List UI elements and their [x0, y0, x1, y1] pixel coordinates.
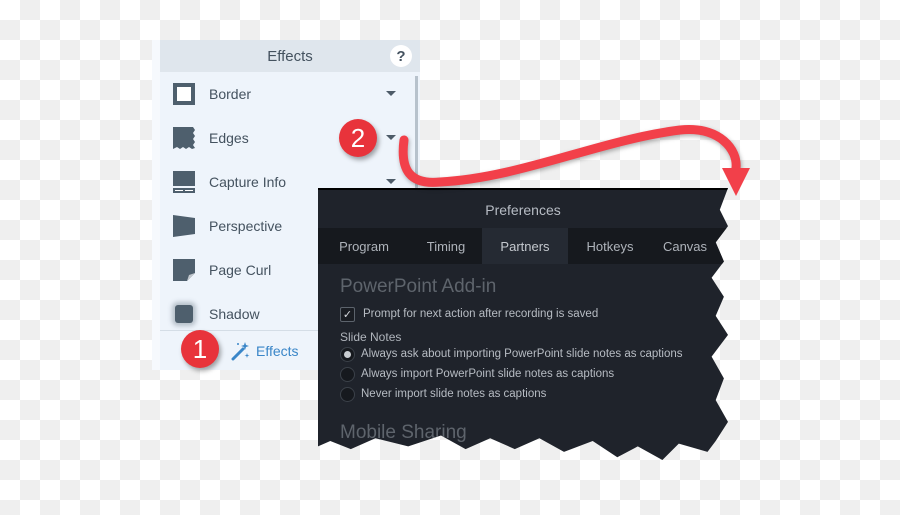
radio-option-never-import[interactable]: Never import slide notes as captions	[340, 384, 728, 404]
slide-notes-label: Slide Notes	[340, 330, 402, 344]
scrollbar[interactable]	[415, 76, 418, 196]
radio-button[interactable]	[340, 386, 355, 402]
preferences-tabs: Program Timing Partners Hotkeys Canvas	[318, 228, 728, 264]
effect-label: Perspective	[209, 218, 283, 234]
prompt-checkbox-label: Prompt for next action after recording i…	[363, 308, 599, 320]
tab-label: Timing	[426, 238, 466, 254]
help-button[interactable]: ?	[390, 45, 412, 67]
help-icon: ?	[396, 47, 406, 65]
border-icon	[172, 82, 196, 106]
tab-canvas[interactable]: Canvas	[652, 228, 718, 264]
tab-label: Hotkeys	[586, 238, 634, 254]
preferences-window: Preferences Program Timing Partners Hotk…	[318, 188, 728, 460]
tab-label: Canvas	[662, 238, 708, 254]
radio-label: Always ask about importing PowerPoint sl…	[361, 348, 683, 360]
tab-label: Program	[339, 238, 389, 254]
chevron-down-icon[interactable]	[386, 135, 396, 140]
radio-label: Never import slide notes as captions	[361, 388, 547, 400]
effects-panel-header: Effects ?	[160, 40, 420, 72]
preferences-body: PowerPoint Add-in ✓ Prompt for next acti…	[340, 276, 728, 444]
preferences-title: Preferences	[318, 188, 728, 230]
prompt-checkbox[interactable]: ✓	[340, 306, 355, 322]
capture-info-icon	[172, 170, 196, 194]
tab-label: Partners	[500, 238, 550, 254]
tab-program[interactable]: Program	[318, 228, 410, 264]
section-title-powerpoint: PowerPoint Add-in	[340, 276, 497, 297]
chevron-down-icon[interactable]	[386, 91, 396, 96]
tab-timing[interactable]: Timing	[410, 228, 482, 264]
magic-wand-icon	[231, 341, 250, 360]
effects-panel-title: Effects	[267, 47, 313, 65]
effect-label: Shadow	[209, 306, 260, 322]
effect-label: Capture Info	[209, 174, 287, 190]
effect-item-border[interactable]: Border	[160, 72, 408, 116]
prompt-checkbox-row[interactable]: ✓ Prompt for next action after recording…	[340, 304, 728, 324]
radio-label: Always import PowerPoint slide notes as …	[361, 368, 615, 380]
tab-hotkeys[interactable]: Hotkeys	[568, 228, 652, 264]
shadow-icon	[172, 302, 196, 326]
tab-partners[interactable]: Partners	[482, 228, 568, 264]
radio-button[interactable]	[340, 366, 355, 382]
radio-option-always-import[interactable]: Always import PowerPoint slide notes as …	[340, 364, 728, 384]
radio-selected-dot	[344, 350, 351, 358]
effects-footer-label: Effects	[256, 342, 299, 359]
step-badge-1: 1	[181, 330, 219, 368]
step-badge-2: 2	[339, 119, 377, 157]
chevron-down-icon[interactable]	[386, 179, 396, 184]
radio-option-always-ask[interactable]: Always ask about importing PowerPoint sl…	[340, 344, 728, 364]
check-icon: ✓	[342, 308, 353, 321]
effect-label: Edges	[209, 130, 249, 146]
effect-label: Border	[209, 86, 252, 102]
edges-icon	[172, 126, 196, 150]
radio-button[interactable]	[340, 346, 355, 362]
page-curl-icon	[172, 258, 196, 282]
perspective-icon	[172, 214, 196, 238]
section-title-mobile-sharing: Mobile Sharing	[340, 422, 467, 443]
effect-label: Page Curl	[209, 262, 272, 278]
